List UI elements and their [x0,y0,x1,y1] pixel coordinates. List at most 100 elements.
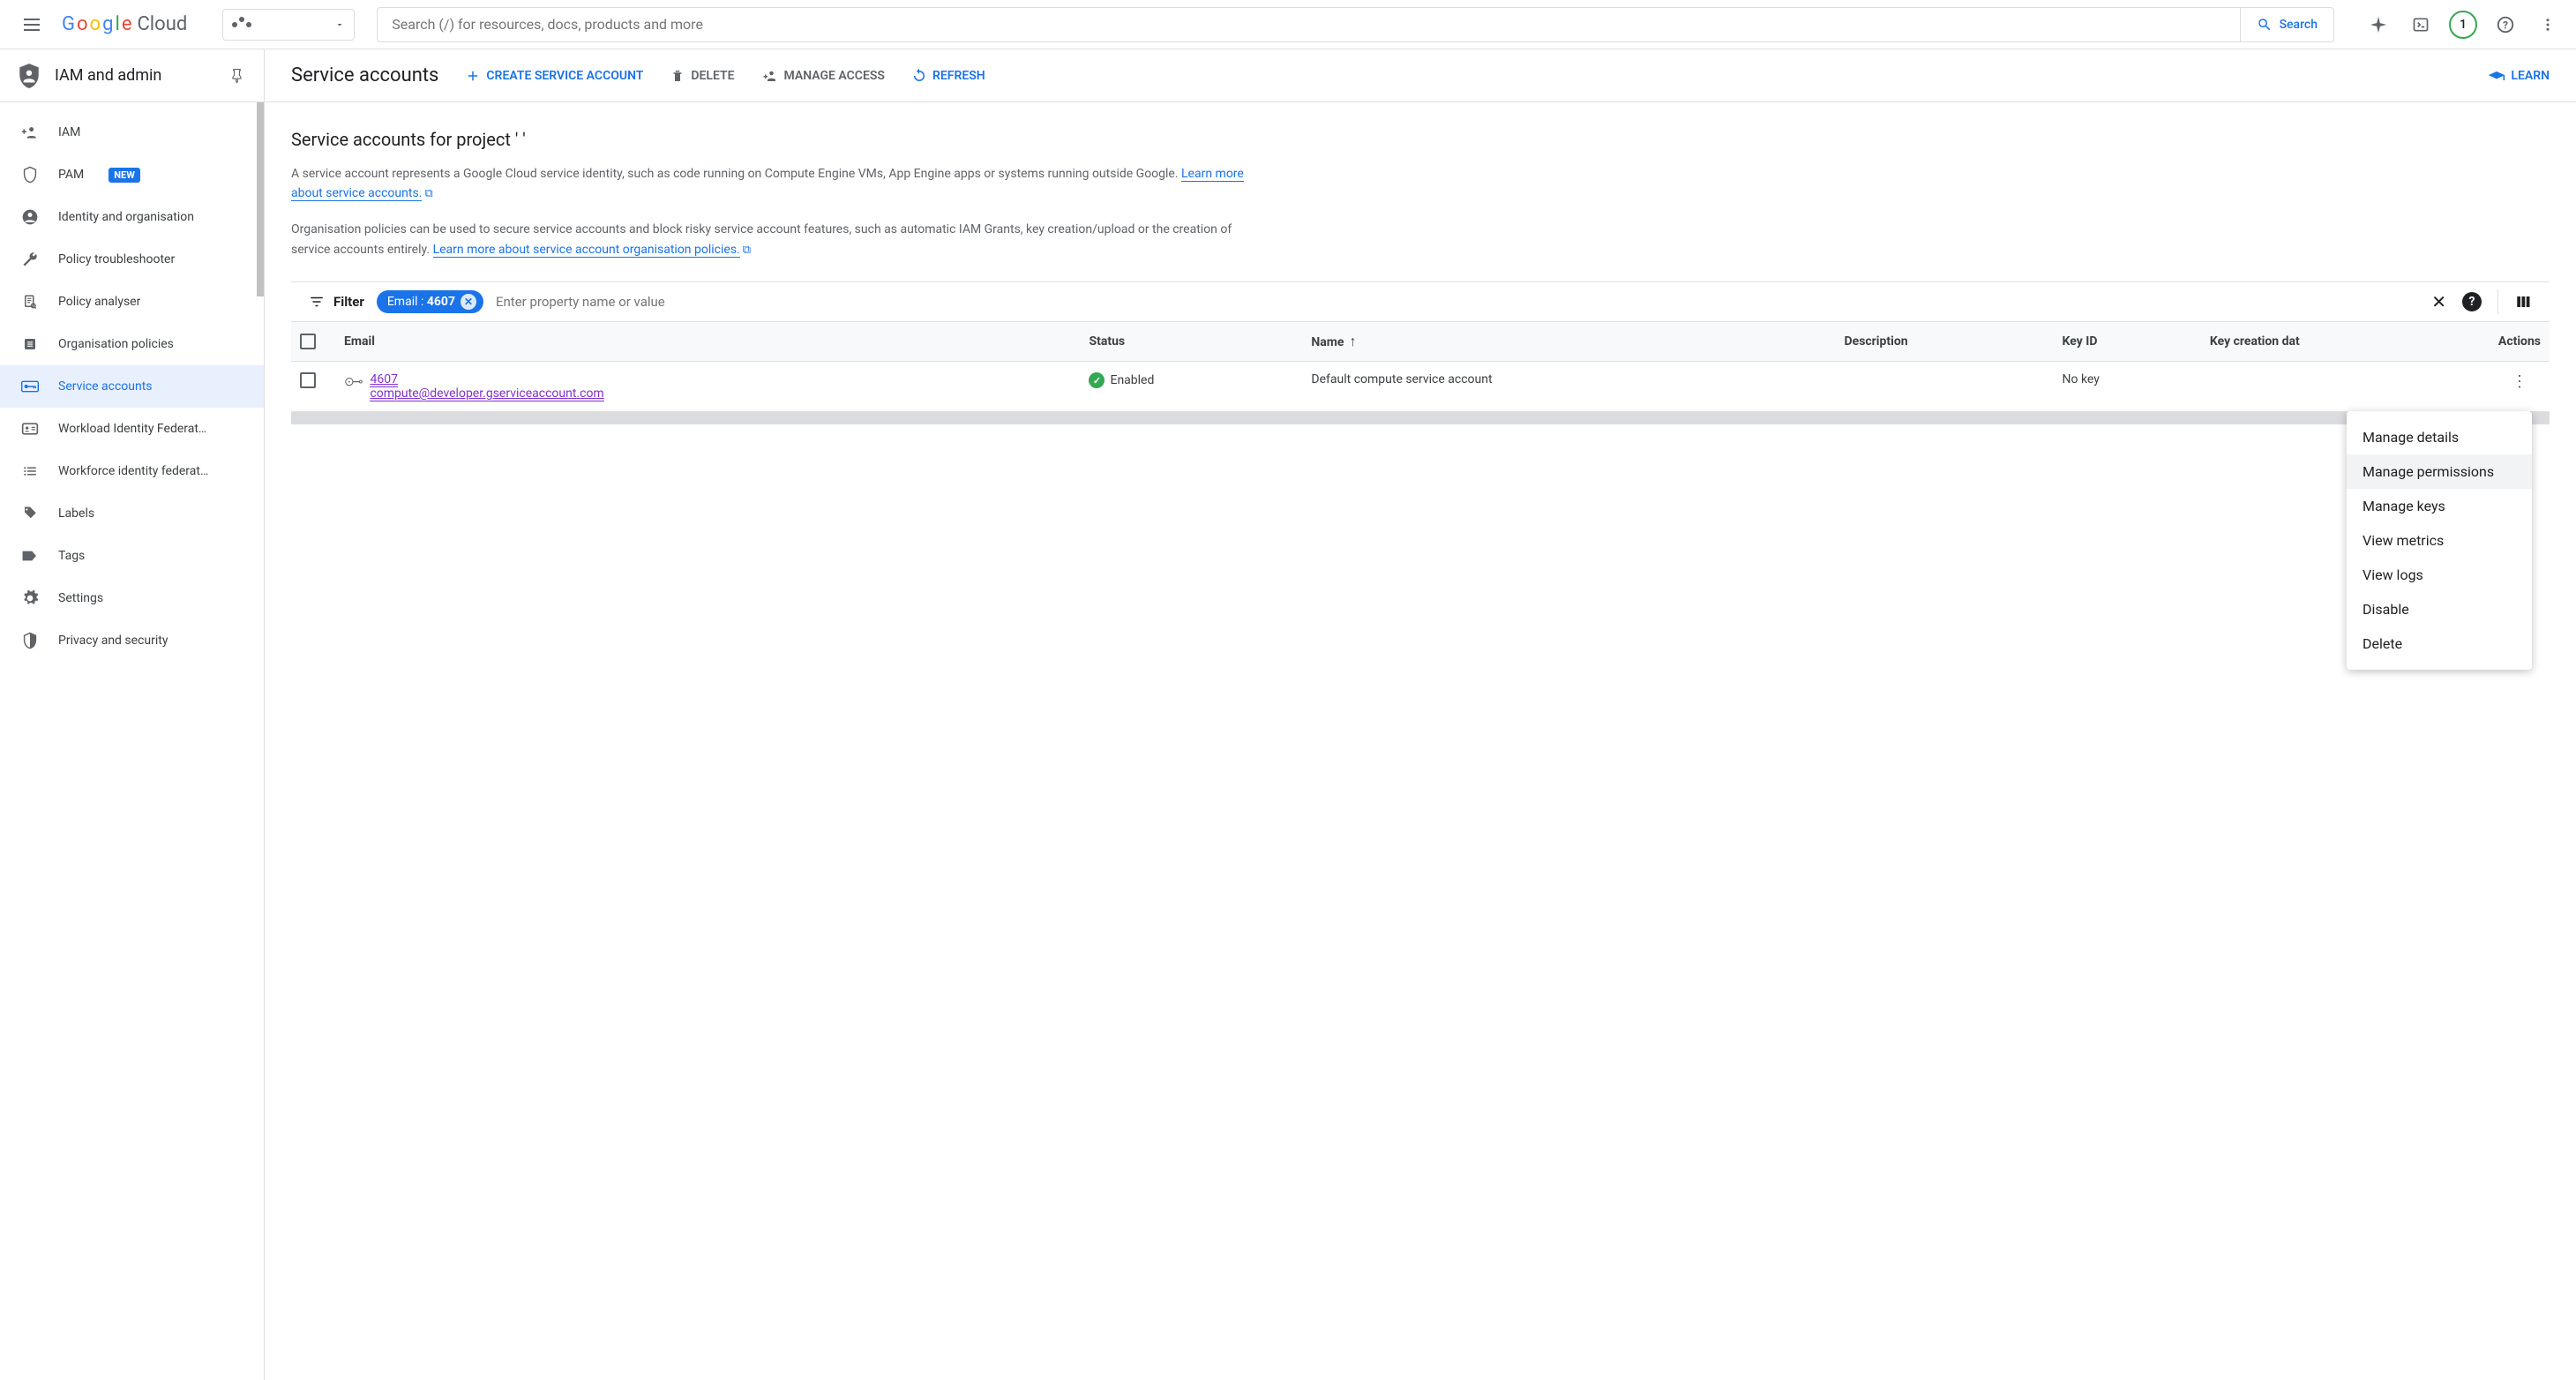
row-actions-button[interactable]: ⋮ [2512,372,2527,391]
iam-shield-icon [18,63,41,89]
graduation-icon [2488,69,2505,83]
search-input[interactable] [378,16,2239,33]
col-description[interactable]: Description [1836,322,2054,362]
nav-label: Policy analyser [58,295,140,309]
filter-help-icon[interactable]: ? [2462,292,2482,311]
sidebar-item-service-accounts[interactable]: Service accounts [0,365,264,408]
keycreation-cell [2201,362,2490,412]
description-1: A service account represents a Google Cl… [291,164,1244,204]
col-email[interactable]: Email [335,322,1080,362]
chevron-down-icon [334,19,345,30]
scrollbar[interactable] [257,102,264,296]
column-display-icon[interactable] [2514,294,2532,310]
learn-label: LEARN [2511,69,2550,83]
chip-remove-icon[interactable]: ✕ [461,294,476,310]
project-selector[interactable] [222,9,355,41]
menu-item-manage-keys[interactable]: Manage keys [2347,489,2532,523]
clear-filters-icon[interactable]: ✕ [2431,291,2446,312]
status-cell: ✓ Enabled [1089,372,1293,388]
help-icon[interactable]: ? [2488,7,2523,42]
service-account-email-link[interactable]: 4607 [370,372,397,387]
nav-label: Settings [58,591,103,605]
person-plus-icon [761,68,779,84]
more-menu-icon[interactable] [2530,7,2565,42]
menu-item-delete[interactable]: Delete [2347,626,2532,661]
row-checkbox[interactable] [300,372,316,388]
delete-label: DELETE [691,69,734,83]
sidebar-header: IAM and admin [0,49,264,102]
learn-more-policies-link[interactable]: Learn more about service account organis… [433,243,740,258]
notifications-badge[interactable]: 1 [2445,7,2481,42]
learn-button[interactable]: LEARN [2488,69,2550,83]
list-icon [21,462,39,480]
sidebar-nav: IAM PAM NEW Identity and organisation Po… [0,102,264,671]
nav-label: Tags [58,549,85,563]
sidebar-item-privacy-and-security[interactable]: Privacy and security [0,619,264,662]
col-status[interactable]: Status [1080,322,1302,362]
menu-item-manage-permissions[interactable]: Manage permissions [2347,454,2532,489]
nav-label: Labels [58,506,94,521]
delete-button[interactable]: DELETE [670,68,734,84]
table-row: ⊙⊸ 4607 compute@developer.gserviceaccoun… [291,362,2550,412]
service-account-email-sub[interactable]: compute@developer.gserviceaccount.com [370,386,603,401]
sidebar-item-tags[interactable]: Tags [0,535,264,577]
shield-half-icon [21,632,39,649]
sidebar-item-labels[interactable]: Labels [0,492,264,535]
create-service-account-button[interactable]: CREATE SERVICE ACCOUNT [465,68,643,84]
cloud-shell-icon[interactable] [2403,7,2438,42]
menu-item-view-metrics[interactable]: View metrics [2347,523,2532,558]
refresh-label: REFRESH [932,69,985,83]
col-name[interactable]: Name↑ [1302,322,1835,362]
divider [2497,289,2498,314]
badge-count: 1 [2449,11,2477,39]
row-actions-menu: Manage detailsManage permissionsManage k… [2347,411,2532,670]
col-keyid[interactable]: Key ID [2054,322,2201,362]
menu-item-view-logs[interactable]: View logs [2347,558,2532,592]
filter-input[interactable] [496,294,2419,310]
search-bar: Search [377,7,2334,42]
filter-chip-email[interactable]: Email : 4607 ✕ [377,290,483,313]
sidebar-title: IAM and admin [55,66,216,85]
sidebar-item-workload-identity-federat[interactable]: Workload Identity Federat… [0,408,264,450]
search-button-label: Search [2280,18,2318,32]
main-content: Service accounts CREATE SERVICE ACCOUNT … [265,49,2576,1380]
sidebar-item-iam[interactable]: IAM [0,111,264,154]
table-header-row: Email Status Name↑ Description Key ID Ke… [291,322,2550,362]
sidebar-item-settings[interactable]: Settings [0,577,264,619]
filter-bar: Filter Email : 4607 ✕ ✕ ? [291,281,2550,322]
nav-label: Organisation policies [58,337,174,351]
sidebar-item-organisation-policies[interactable]: Organisation policies [0,323,264,365]
nav-label: IAM [58,125,80,139]
nav-label: Service accounts [58,379,153,394]
service-account-icon: ⊙⊸ [344,375,361,389]
table-scroll-track[interactable] [291,412,2550,424]
tag-icon [21,505,39,522]
nav-menu-button[interactable] [11,4,53,46]
top-header: Google Cloud Search 1 ? [0,0,2576,49]
pin-icon[interactable] [230,68,246,84]
shield-icon [21,166,39,184]
sidebar-item-policy-analyser[interactable]: Policy analyser [0,281,264,323]
gemini-icon[interactable] [2361,7,2396,42]
sidebar-item-workforce-identity-federat[interactable]: Workforce identity federat… [0,450,264,492]
name-cell: Default compute service account [1302,362,1835,412]
doc-search-icon [21,293,39,311]
sidebar: IAM and admin IAM PAM NEW Identity and o… [0,49,265,1380]
refresh-button[interactable]: REFRESH [911,68,985,84]
sidebar-item-pam[interactable]: PAM NEW [0,154,264,196]
menu-item-disable[interactable]: Disable [2347,592,2532,626]
col-keycreation[interactable]: Key creation dat [2201,322,2490,362]
menu-item-manage-details[interactable]: Manage details [2347,420,2532,454]
id-card-icon [21,420,39,438]
project-icon [232,22,251,27]
nav-label: Policy troubleshooter [58,252,175,266]
search-button[interactable]: Search [2240,8,2333,41]
status-text: Enabled [1110,373,1154,387]
gcp-logo[interactable]: Google Cloud [62,13,187,35]
hamburger-icon [24,19,40,31]
sidebar-item-identity-and-organisation[interactable]: Identity and organisation [0,196,264,238]
select-all-checkbox[interactable] [300,334,316,349]
external-link-icon: ⧉ [743,242,751,260]
sidebar-item-policy-troubleshooter[interactable]: Policy troubleshooter [0,238,264,281]
manage-access-button[interactable]: MANAGE ACCESS [761,68,885,84]
